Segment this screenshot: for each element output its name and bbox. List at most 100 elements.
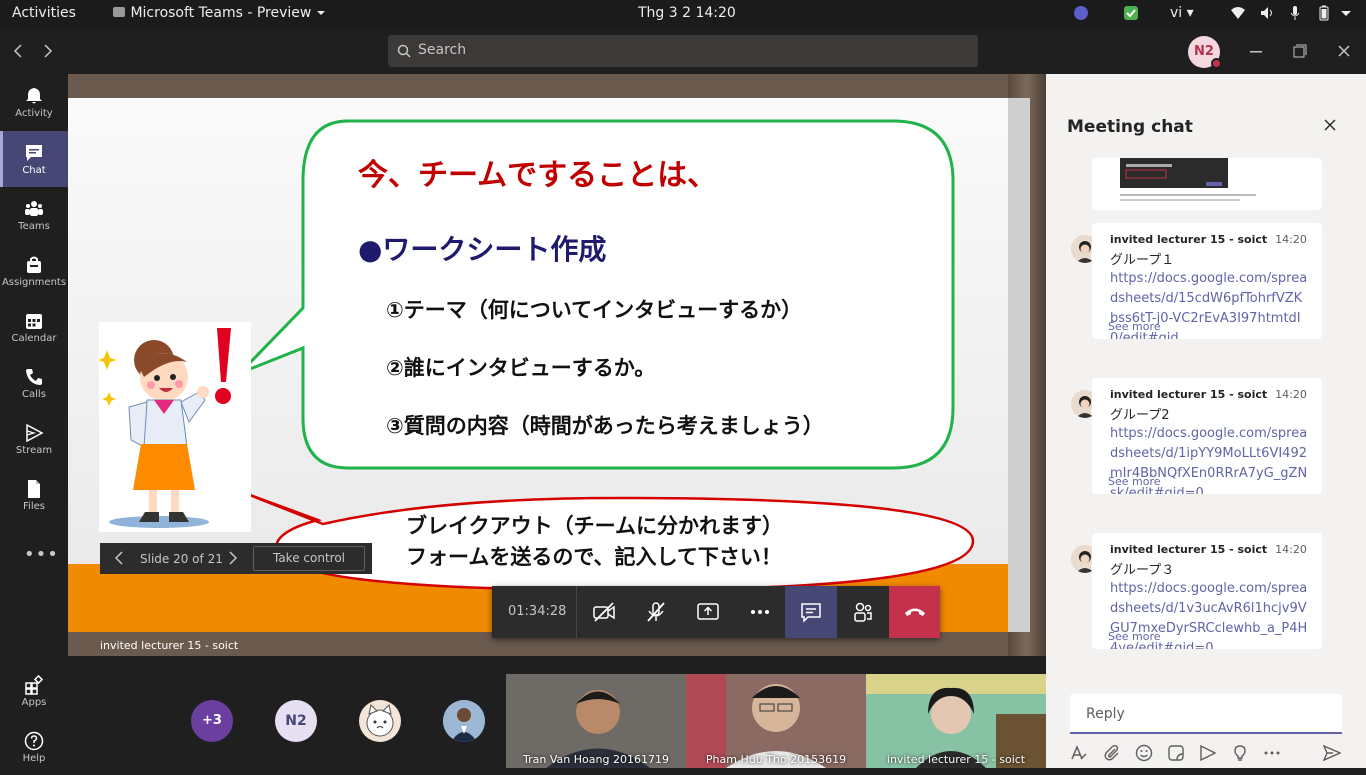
more-apps-icon[interactable]: ••• <box>24 544 59 565</box>
more-options-icon[interactable] <box>1263 744 1281 762</box>
praise-icon[interactable] <box>1231 744 1249 762</box>
rail-label: Stream <box>15 445 53 456</box>
language-label: vi <box>1170 5 1183 21</box>
sticker-icon[interactable] <box>1167 744 1185 762</box>
more-icon <box>751 610 769 614</box>
mute-button[interactable] <box>630 586 682 638</box>
minimize-icon[interactable] <box>1250 51 1262 53</box>
video-tile[interactable]: Tran Van Hoang 20161719 <box>506 674 686 768</box>
participant-avatar-photo[interactable] <box>443 700 485 742</box>
chat-message-screenshot[interactable] <box>1092 158 1322 210</box>
slide-right-edge <box>1008 98 1030 632</box>
shared-image-thumbnail <box>1120 158 1256 201</box>
participants-icon <box>854 602 872 622</box>
close-window-icon[interactable] <box>1338 45 1350 57</box>
search-input[interactable]: Search <box>388 35 978 67</box>
stream-icon <box>26 423 44 443</box>
rail-item-activity[interactable]: Activity <box>0 74 68 130</box>
rail-label: Activity <box>15 108 53 119</box>
forward-arrow-icon[interactable] <box>43 44 53 58</box>
take-control-button[interactable]: Take control <box>253 546 365 571</box>
participant-avatar-cat[interactable] <box>359 700 401 742</box>
volume-icon[interactable] <box>1259 5 1275 21</box>
message-text: グループ2 <box>1110 408 1170 423</box>
rail-item-stream[interactable]: Stream <box>0 411 68 467</box>
message-time: 14:20 <box>1275 543 1307 556</box>
rail-item-teams[interactable]: Teams <box>0 187 68 243</box>
wifi-icon[interactable] <box>1230 5 1246 21</box>
bubble-line-1: ブレイクアウト（チームに分かれます） <box>406 514 783 538</box>
user-avatar[interactable]: N2 <box>1188 36 1222 69</box>
close-chat-icon[interactable] <box>1324 119 1336 131</box>
message-time: 14:20 <box>1275 233 1307 246</box>
slide-subheading: ●ワークシート作成 <box>358 233 607 266</box>
file-icon <box>28 480 40 498</box>
send-icon[interactable] <box>1323 744 1341 762</box>
app-bar: Activity Chat Teams Assignments Calendar… <box>0 74 68 768</box>
show-conversation-button[interactable] <box>785 586 837 638</box>
rail-item-calendar[interactable]: Calendar <box>0 299 68 355</box>
video-tile[interactable]: invited lecturer 15 - soict <box>866 674 1046 768</box>
rail-item-assignments[interactable]: Assignments <box>0 243 68 299</box>
previous-slide-icon[interactable] <box>114 551 124 565</box>
message-author: invited lecturer 15 - soict <box>1110 233 1268 246</box>
share-screen-button[interactable] <box>682 586 734 638</box>
check-tray-icon[interactable] <box>1123 5 1139 21</box>
next-slide-icon[interactable] <box>228 551 238 565</box>
participant-name: invited lecturer 15 - soict <box>886 753 1026 766</box>
hang-up-button[interactable] <box>889 586 940 638</box>
chat-message[interactable]: invited lecturer 15 - soict 14:20 グループ１ h… <box>1092 223 1322 339</box>
rail-label: Chat <box>22 165 46 176</box>
keyboard-language[interactable]: vi ▾ <box>1170 5 1194 21</box>
emoji-icon[interactable] <box>1135 744 1153 762</box>
rail-item-help[interactable]: Help <box>0 719 68 775</box>
attach-icon[interactable] <box>1103 744 1121 762</box>
camera-off-button[interactable] <box>578 586 630 638</box>
chat-message[interactable]: invited lecturer 15 - soict 14:20 グループ３ h… <box>1092 533 1322 649</box>
activities-button[interactable]: Activities <box>12 5 76 21</box>
back-arrow-icon[interactable] <box>13 44 23 58</box>
rail-item-apps[interactable]: Apps <box>0 663 68 719</box>
search-placeholder: Search <box>418 42 467 58</box>
slide-counter: Slide 20 of 21 <box>140 552 223 566</box>
see-more-link[interactable]: See more <box>1108 630 1161 643</box>
woman-illustration <box>99 322 251 532</box>
participant-avatar-n2[interactable]: N2 <box>275 700 317 742</box>
calendar-icon <box>26 314 42 329</box>
system-menu-chevron-icon[interactable] <box>1341 11 1351 17</box>
rail-item-chat[interactable]: Chat <box>0 131 68 187</box>
chat-icon <box>26 145 42 161</box>
teams-icon <box>25 201 43 216</box>
format-icon[interactable] <box>1070 744 1088 762</box>
more-actions-button[interactable] <box>734 586 786 638</box>
share-screen-icon <box>697 603 719 620</box>
overflow-participants-button[interactable]: +3 <box>191 700 233 742</box>
divider <box>576 586 577 638</box>
meet-now-icon[interactable] <box>1199 744 1217 762</box>
microphone-icon[interactable] <box>1287 5 1303 21</box>
rail-item-files[interactable]: Files <box>0 467 68 523</box>
slide-heading: 今、チームですることは、 <box>358 158 718 193</box>
reply-input[interactable]: Reply <box>1070 694 1342 734</box>
bell-icon <box>26 88 42 104</box>
chat-message[interactable]: invited lecturer 15 - soict 14:20 グループ2 h… <box>1092 378 1322 494</box>
video-tile[interactable]: Pham Huu Tho 20153619 <box>686 674 866 768</box>
show-participants-button[interactable] <box>837 586 889 638</box>
app-menu[interactable]: Microsoft Teams - Preview <box>112 5 326 21</box>
rail-label: Calls <box>22 389 46 400</box>
presenter-name: invited lecturer 15 - soict <box>100 639 239 652</box>
maximize-icon[interactable] <box>1293 44 1307 58</box>
see-more-link[interactable]: See more <box>1108 475 1161 488</box>
teams-tray-icon[interactable] <box>1073 5 1089 21</box>
message-author: invited lecturer 15 - soict <box>1110 543 1268 556</box>
rail-label: Help <box>22 753 46 764</box>
rail-item-calls[interactable]: Calls <box>0 355 68 411</box>
see-more-link[interactable]: See more <box>1108 320 1161 333</box>
message-text: グループ１ <box>1110 253 1175 268</box>
clock[interactable]: Thg 3 2 14:20 <box>638 5 736 21</box>
slide-item-1: ①テーマ（何についてインタビューするか） <box>386 298 803 322</box>
battery-icon[interactable] <box>1316 5 1332 21</box>
message-author: invited lecturer 15 - soict <box>1110 388 1268 401</box>
slide-navigation-bar: Slide 20 of 21 Take control <box>100 543 372 574</box>
microphone-off-icon <box>647 602 665 622</box>
